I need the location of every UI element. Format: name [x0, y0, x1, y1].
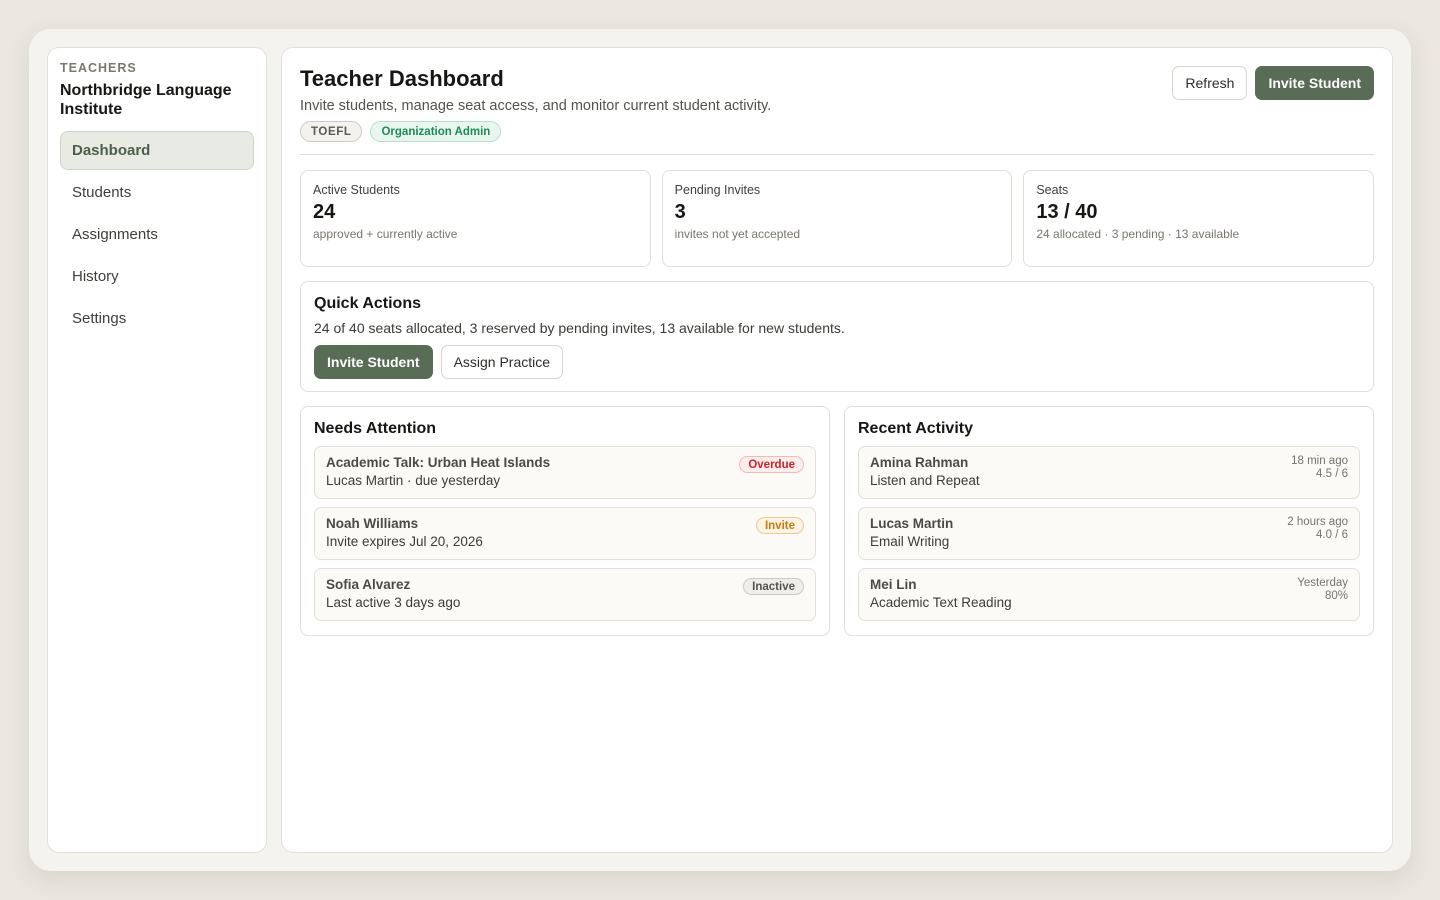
- item-title: Sofia Alvarez: [326, 577, 411, 592]
- list-item[interactable]: Academic Talk: Urban Heat Islands Lucas …: [314, 446, 816, 499]
- item-title: Noah Williams: [326, 516, 419, 531]
- recent-activity-list: Amina Rahman Listen and Repeat 18 min ag…: [858, 446, 1360, 621]
- stat-note: approved + currently active: [313, 227, 458, 241]
- status-badge: Invite: [755, 517, 804, 534]
- stat-card-active-students: Active Students 24 approved + currently …: [300, 170, 651, 267]
- stat-value: 24: [313, 201, 336, 223]
- stat-note: invites not yet accepted: [674, 227, 801, 241]
- activity-time: Yesterday: [1297, 577, 1348, 589]
- item-title: Academic Talk: Urban Heat Islands: [326, 455, 551, 470]
- list-item[interactable]: Lucas Martin Email Writing 2 hours ago 4…: [858, 507, 1360, 560]
- activity-meta: 18 min ago 4.5 / 6: [1291, 455, 1348, 490]
- stat-label: Seats: [1036, 183, 1069, 197]
- activity-time: 18 min ago: [1291, 455, 1348, 467]
- needs-attention-panel: Needs Attention Academic Talk: Urban Hea…: [300, 406, 830, 636]
- stat-note: 24 allocated · 3 pending · 13 available: [1036, 227, 1240, 241]
- activity-meta: 2 hours ago 4.0 / 6: [1287, 516, 1348, 551]
- sidebar-item-dashboard[interactable]: Dashboard: [60, 131, 254, 170]
- stat-card-pending-invites: Pending Invites 3 invites not yet accept…: [661, 170, 1013, 267]
- status-badge: Inactive: [743, 578, 804, 595]
- sidebar-item-assignments[interactable]: Assignments: [60, 215, 254, 254]
- activity-task: Academic Text Reading: [870, 595, 1012, 610]
- quick-actions-buttons: Invite Student Assign Practice: [314, 345, 1360, 379]
- stat-value: 13 / 40: [1036, 201, 1098, 223]
- sidebar-item-history[interactable]: History: [60, 257, 254, 296]
- student-name: Mei Lin: [870, 577, 917, 592]
- quick-actions-description: 24 of 40 seats allocated, 3 reserved by …: [314, 320, 845, 336]
- page-title: Teacher Dashboard: [300, 66, 504, 91]
- quick-actions-card: Quick Actions 24 of 40 seats allocated, …: [300, 281, 1374, 392]
- student-name: Amina Rahman: [870, 455, 969, 470]
- activity-task: Listen and Repeat: [870, 473, 980, 488]
- recent-activity-panel: Recent Activity Amina Rahman Listen and …: [844, 406, 1374, 636]
- stats-row: Active Students 24 approved + currently …: [300, 170, 1375, 267]
- stat-label: Active Students: [313, 183, 400, 197]
- recent-activity-title: Recent Activity: [858, 420, 973, 437]
- status-badge: Overdue: [739, 456, 804, 473]
- quick-actions-title: Quick Actions: [314, 295, 421, 312]
- header-divider: [300, 154, 1374, 155]
- sidebar-eyebrow: TEACHERS: [60, 61, 137, 75]
- page-subtitle: Invite students, manage seat access, and…: [300, 98, 772, 114]
- sidebar-item-settings[interactable]: Settings: [60, 299, 254, 338]
- activity-task: Email Writing: [870, 534, 950, 549]
- list-item[interactable]: Noah Williams Invite expires Jul 20, 202…: [314, 507, 816, 560]
- assign-practice-button[interactable]: Assign Practice: [440, 345, 564, 379]
- sidebar-item-students[interactable]: Students: [60, 173, 254, 212]
- item-subtitle: Last active 3 days ago: [326, 595, 461, 610]
- activity-score: 4.0 / 6: [1316, 529, 1348, 541]
- stat-card-seats: Seats 13 / 40 24 allocated · 3 pending ·…: [1023, 170, 1375, 267]
- list-item[interactable]: Sofia Alvarez Last active 3 days ago Ina…: [314, 568, 816, 621]
- main-content: Teacher Dashboard Invite students, manag…: [281, 47, 1393, 853]
- list-item[interactable]: Amina Rahman Listen and Repeat 18 min ag…: [858, 446, 1360, 499]
- header-actions: Refresh Invite Student: [1172, 66, 1374, 100]
- student-name: Lucas Martin: [870, 516, 954, 531]
- activity-score: 4.5 / 6: [1316, 468, 1348, 480]
- quick-invite-student-button[interactable]: Invite Student: [314, 345, 433, 379]
- item-subtitle: Lucas Martin · due yesterday: [326, 473, 501, 488]
- role-tag: Organization Admin: [370, 121, 502, 142]
- needs-attention-list: Academic Talk: Urban Heat Islands Lucas …: [314, 446, 816, 621]
- needs-attention-title: Needs Attention: [314, 420, 437, 437]
- sidebar: TEACHERS Northbridge Language Institute …: [47, 47, 267, 853]
- stat-label: Pending Invites: [674, 183, 761, 197]
- activity-score: 80%: [1324, 590, 1348, 602]
- plan-tag: TOEFL: [300, 121, 363, 142]
- activity-meta: Yesterday 80%: [1297, 577, 1348, 612]
- item-subtitle: Invite expires Jul 20, 2026: [326, 534, 483, 549]
- sidebar-nav: Dashboard Students Assignments History S…: [60, 131, 254, 338]
- header-tags: TOEFL Organization Admin: [300, 121, 502, 142]
- app-window: TEACHERS Northbridge Language Institute …: [29, 29, 1411, 871]
- invite-student-button[interactable]: Invite Student: [1255, 66, 1374, 100]
- stat-value: 3: [674, 201, 686, 223]
- refresh-button[interactable]: Refresh: [1172, 66, 1248, 100]
- activity-time: 2 hours ago: [1287, 516, 1348, 528]
- list-item[interactable]: Mei Lin Academic Text Reading Yesterday …: [858, 568, 1360, 621]
- organization-name: Northbridge Language Institute: [60, 82, 232, 118]
